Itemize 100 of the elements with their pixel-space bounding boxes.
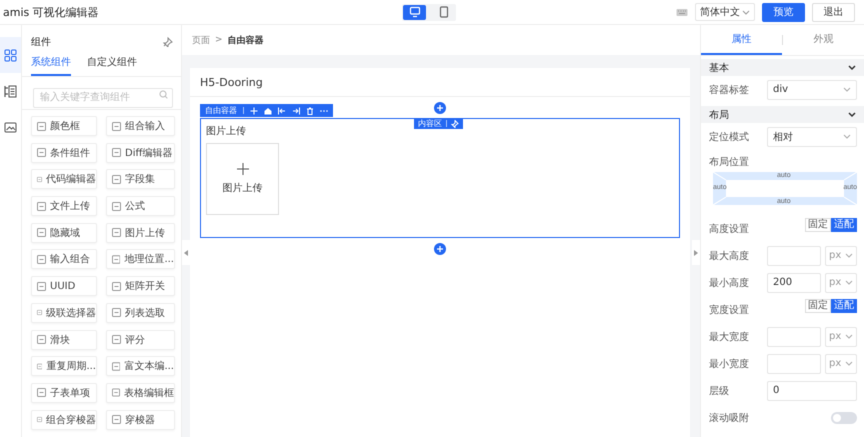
component-item[interactable]: 列表选取 [106,302,175,323]
plus-icon [236,163,248,175]
add-icon[interactable] [434,242,446,254]
component-item[interactable]: 富文本编... [106,356,175,376]
grid-icon [4,48,17,62]
move-icon[interactable] [250,106,258,114]
tile-icon [37,254,46,264]
tile-icon [112,308,121,318]
component-item[interactable]: 文件上传 [31,196,97,216]
tile-icon [37,148,46,158]
mode-option[interactable]: 适配 [831,299,857,313]
component-item[interactable]: 重复周期... [31,356,97,376]
tile-icon [112,228,121,238]
tile-icon [112,388,120,398]
component-item[interactable]: 级联选择器 [31,302,97,323]
align-right-icon[interactable] [292,106,300,114]
expand-handle-icon[interactable] [693,248,699,256]
rail-button[interactable] [0,37,21,73]
app-title: amis 可视化编辑器 [3,4,100,20]
section-header[interactable]: 布局 [701,106,864,123]
tile-icon [112,335,121,344]
search-field[interactable]: 输入关键字查询组件 [33,88,173,108]
component-item[interactable]: 穿梭器 [106,410,175,430]
property-tab[interactable]: 外观 [783,25,864,55]
tile-icon [112,122,121,130]
tile-icon [112,282,121,291]
language-select[interactable]: 简体中文 [695,3,755,21]
component-item[interactable]: 代码编辑器 [31,169,97,190]
component-item[interactable]: 输入组合 [31,249,97,270]
tile-icon [37,282,46,291]
tile-icon [112,202,121,211]
component-item[interactable]: UUID [31,276,97,296]
input-field[interactable]: 0 [767,380,857,400]
component-item[interactable]: 条件组件 [31,142,97,163]
region-tag: 内容区 [414,118,463,129]
tile-icon [37,388,46,398]
tile-icon [112,254,120,264]
component-item[interactable]: 矩阵开关 [106,276,175,296]
component-item[interactable]: 滑块 [31,330,97,350]
device-button[interactable] [403,4,426,20]
field-label: 高度设置 [709,222,750,236]
component-item[interactable]: 评分 [106,330,175,350]
add-icon[interactable] [434,102,446,114]
breadcrumb-item: 自由容器 [228,34,264,46]
panel-tab[interactable]: 系统组件 [31,55,71,76]
input-field[interactable] [767,354,821,374]
mode-option[interactable]: 固定 [805,218,831,232]
toggle-switch[interactable] [831,412,857,424]
tile-icon [112,174,121,184]
tablet-icon [438,6,450,18]
tile-icon [112,148,121,158]
mode-option[interactable]: 适配 [831,218,857,232]
outline-icon [4,84,17,98]
tile-icon [37,174,42,184]
upload-box[interactable]: 图片上传 [206,143,279,215]
component-item[interactable]: 图片上传 [106,222,175,243]
component-item[interactable]: 子表单项 [31,382,97,403]
chevron-down-icon[interactable] [848,111,856,118]
home-icon[interactable] [264,106,272,114]
field-label: 最小高度 [709,276,750,290]
input-field[interactable]: 200 [767,272,821,292]
component-item[interactable]: 隐藏域 [31,222,97,243]
exit-button[interactable]: 退出 [812,2,855,22]
mode-option[interactable]: 固定 [805,299,831,313]
chevron-down-icon [742,8,750,16]
chevron-down-icon [845,252,853,259]
tile-icon [37,202,46,211]
select-field[interactable]: div [767,80,857,100]
chevron-down-icon [843,86,851,93]
chevron-down-icon[interactable] [848,64,856,71]
input-field[interactable] [767,246,821,266]
component-item[interactable]: Diff编辑器 [106,142,175,163]
trash-icon[interactable] [306,106,314,114]
field-label: 定位模式 [709,130,750,144]
select-field[interactable]: 相对 [767,126,857,146]
component-item[interactable]: 地理位置... [106,249,175,270]
field-label: 层级 [709,384,730,398]
property-tab[interactable]: 属性 [701,25,782,55]
field-label: 滚动吸附 [709,412,750,424]
field-label: 图片上传 [206,124,247,138]
component-item[interactable]: 颜色框 [31,116,97,136]
align-left-icon[interactable] [278,106,286,114]
section-header[interactable]: 基本 [701,59,864,76]
tile-icon [112,362,120,371]
preview-button[interactable]: 预览 [762,2,805,22]
pin-icon[interactable] [163,37,173,47]
chevron-down-icon [845,360,853,367]
component-item[interactable]: 组合输入 [106,116,175,136]
input-field[interactable] [767,326,821,346]
breadcrumb-separator: > [215,35,223,45]
component-item[interactable]: 公式 [106,196,175,216]
field-label: 宽度设置 [709,304,750,316]
field-label: 最小宽度 [709,358,750,370]
field-label: 容器标签 [709,84,750,96]
component-item[interactable]: 字段集 [106,169,175,190]
breadcrumb-item[interactable]: 页面 [192,34,210,46]
panel-tab[interactable]: 自定义组件 [87,55,137,76]
component-item[interactable]: 表格编辑框 [106,382,175,403]
component-item[interactable]: 组合穿梭器 [31,410,97,430]
tile-icon [37,335,46,344]
